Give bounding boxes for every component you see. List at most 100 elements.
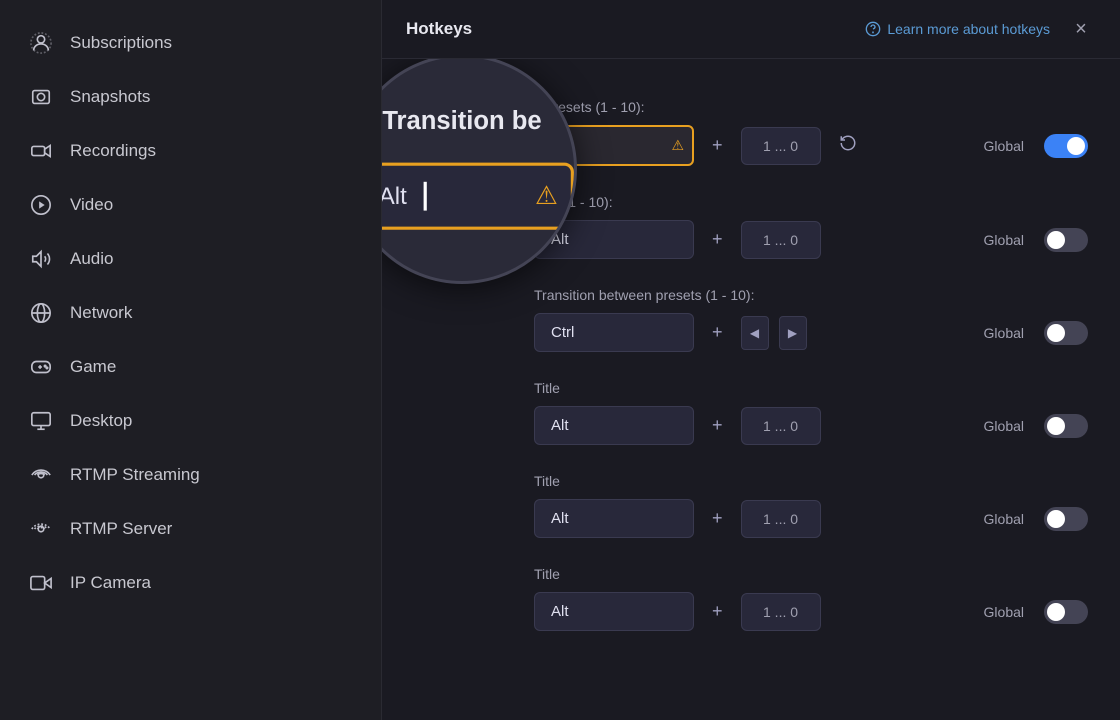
hotkey-row-3: Alt + 1 ... 0 Global [534,406,1088,445]
global-label-5: Global [984,604,1024,620]
subscriptions-icon [28,30,54,56]
hotkey-section-2: Transition between presets (1 - 10): Ctr… [534,287,1088,352]
sidebar-label-ip-camera: IP Camera [70,573,151,593]
key-value-2: Ctrl [551,324,574,341]
global-label-3: Global [984,418,1024,434]
plus-button-4[interactable]: + [704,504,731,533]
hotkey-section-0: n presets (1 - 10): Alt ⚠ + 1 ... 0 Glob… [534,99,1088,166]
global-label-1: Global [984,232,1024,248]
help-icon [865,21,881,37]
global-toggle-4[interactable] [1044,507,1088,531]
recordings-icon [28,138,54,164]
sidebar-label-network: Network [70,303,132,323]
plus-button-1[interactable]: + [704,225,731,254]
global-toggle-3[interactable] [1044,414,1088,438]
zoom-input-value: Alt [382,183,407,210]
key-input-3[interactable]: Alt [534,406,694,445]
hotkey-label-3: Title [534,380,1088,396]
hotkey-row-2: Ctrl + ◀ ▶ Global [534,313,1088,352]
sidebar-label-video: Video [70,195,113,215]
sidebar-item-audio[interactable]: Audio [0,232,381,286]
global-label-2: Global [984,325,1024,341]
hotkey-label-1: sets (1 - 10): [534,194,1088,210]
warning-icon-0: ⚠ [671,137,684,154]
sidebar-item-recordings[interactable]: Recordings [0,124,381,178]
sidebar-label-subscriptions: Subscriptions [70,33,172,53]
key-input-2[interactable]: Ctrl [534,313,694,352]
rtmp-server-icon [28,516,54,542]
hotkey-label-2: Transition between presets (1 - 10): [534,287,1088,303]
content-area: Transition be Alt ⚠ n presets (1 - 10): … [382,59,1120,720]
global-label-4: Global [984,511,1024,527]
sidebar: Subscriptions Snapshots Recordings Video [0,0,382,720]
hotkey-section-3: Title Alt + 1 ... 0 Global [534,380,1088,445]
sidebar-label-desktop: Desktop [70,411,132,431]
hotkey-row-5: Alt + 1 ... 0 Global [534,592,1088,631]
hotkey-row-0: Alt ⚠ + 1 ... 0 Global [534,125,1088,166]
key-value-5: Alt [551,603,569,620]
hotkey-label-5: Title [534,566,1088,582]
sidebar-item-rtmp-streaming[interactable]: RTMP Streaming [0,448,381,502]
global-toggle-0[interactable] [1044,134,1088,158]
sidebar-item-game[interactable]: Game [0,340,381,394]
video-icon [28,192,54,218]
key-display-3: 1 ... 0 [741,407,821,445]
sidebar-item-rtmp-server[interactable]: RTMP Server [0,502,381,556]
key-display-4: 1 ... 0 [741,500,821,538]
hotkey-label-4: Title [534,473,1088,489]
global-label-0: Global [984,138,1024,154]
audio-icon [28,246,54,272]
global-toggle-5[interactable] [1044,600,1088,624]
rtmp-streaming-icon [28,462,54,488]
sidebar-item-desktop[interactable]: Desktop [0,394,381,448]
header: Hotkeys Learn more about hotkeys × [382,0,1120,59]
hotkey-section-4: Title Alt + 1 ... 0 Global [534,473,1088,538]
hotkey-section-5: Title Alt + 1 ... 0 Global [534,566,1088,631]
warning-icon: ⚠ [535,180,558,212]
sidebar-label-game: Game [70,357,116,377]
main-panel: Hotkeys Learn more about hotkeys × Trans… [382,0,1120,720]
hotkey-label-0: n presets (1 - 10): [534,99,1088,115]
learn-more-text: Learn more about hotkeys [887,21,1050,37]
hotkey-section-1: sets (1 - 10): Alt + 1 ... 0 Global [534,194,1088,259]
hotkey-row-1: Alt + 1 ... 0 Global [534,220,1088,259]
sidebar-label-rtmp-streaming: RTMP Streaming [70,465,200,485]
key-display-1: 1 ... 0 [741,221,821,259]
ip-camera-icon [28,570,54,596]
sidebar-item-subscriptions[interactable]: Subscriptions [0,16,381,70]
plus-button-5[interactable]: + [704,597,731,626]
learn-more-link[interactable]: Learn more about hotkeys [865,21,1050,37]
sidebar-label-snapshots: Snapshots [70,87,150,107]
sidebar-item-video[interactable]: Video [0,178,381,232]
sidebar-label-audio: Audio [70,249,113,269]
sidebar-label-recordings: Recordings [70,141,156,161]
key-value-3: Alt [551,417,569,434]
close-icon: × [1075,18,1087,41]
global-toggle-1[interactable] [1044,228,1088,252]
key-display-5: 1 ... 0 [741,593,821,631]
game-icon [28,354,54,380]
zoom-input-box[interactable]: Alt ⚠ [382,163,574,230]
header-right: Learn more about hotkeys × [865,14,1096,44]
arrow-right-button[interactable]: ▶ [779,316,807,350]
sidebar-label-rtmp-server: RTMP Server [70,519,172,539]
zoom-title: Transition be [382,108,541,137]
hotkey-row-4: Alt + 1 ... 0 Global [534,499,1088,538]
global-toggle-2[interactable] [1044,321,1088,345]
key-input-4[interactable]: Alt [534,499,694,538]
sidebar-item-ip-camera[interactable]: IP Camera [0,556,381,610]
reset-button-0[interactable] [831,130,865,161]
network-icon [28,300,54,326]
plus-button-2[interactable]: + [704,318,731,347]
key-display-0: 1 ... 0 [741,127,821,165]
header-title: Hotkeys [406,19,472,39]
arrow-left-button[interactable]: ◀ [741,316,769,350]
plus-button-3[interactable]: + [704,411,731,440]
plus-button-0[interactable]: + [704,131,731,160]
sidebar-item-snapshots[interactable]: Snapshots [0,70,381,124]
key-input-5[interactable]: Alt [534,592,694,631]
sidebar-item-network[interactable]: Network [0,286,381,340]
close-button[interactable]: × [1066,14,1096,44]
cursor-blink [423,182,426,211]
snapshots-icon [28,84,54,110]
